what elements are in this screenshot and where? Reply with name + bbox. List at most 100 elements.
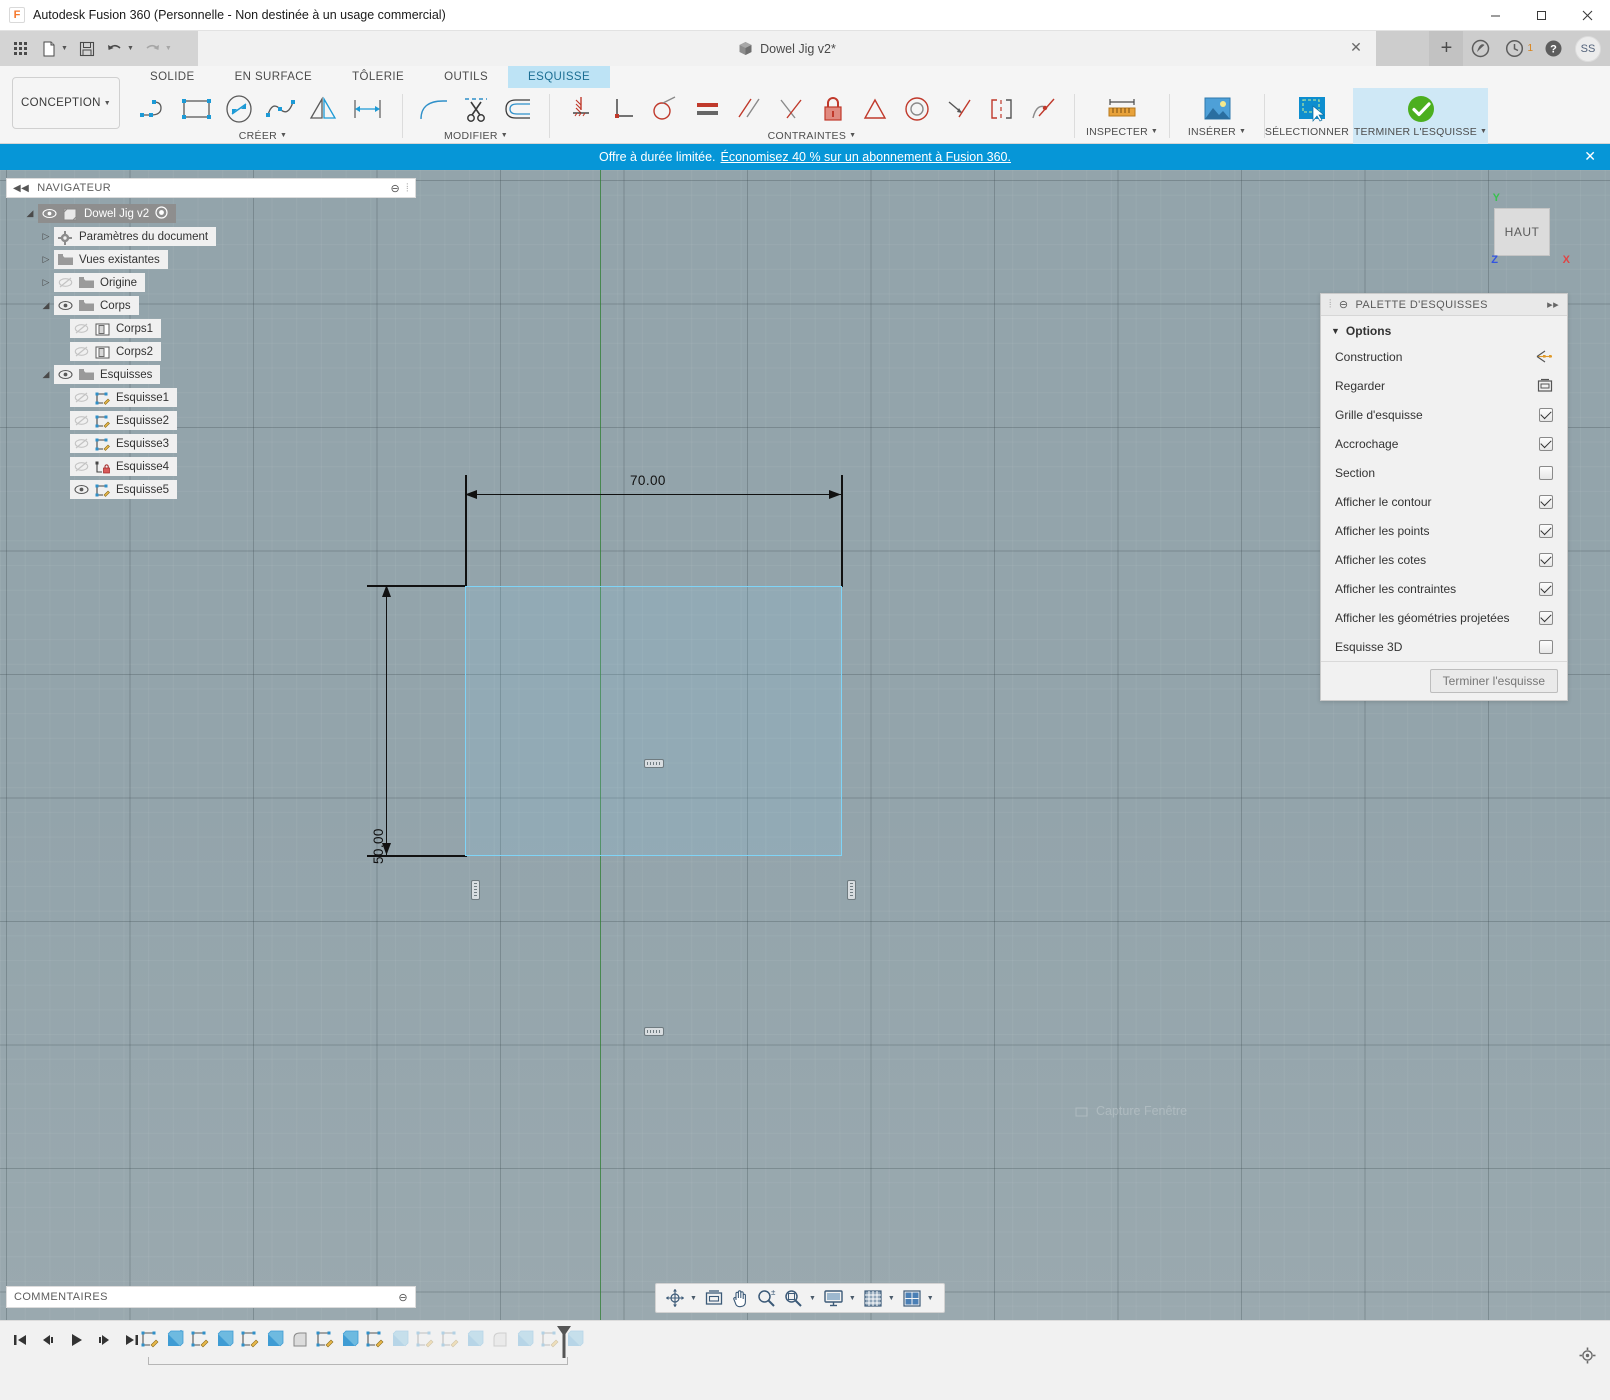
timeline-item-sketch[interactable] — [313, 1327, 336, 1353]
checkbox-accrochage[interactable] — [1539, 437, 1553, 451]
help-icon[interactable]: ? — [1536, 31, 1570, 66]
ribbon-tab-en-surface[interactable]: EN SURFACE — [215, 66, 333, 88]
option-afficher-les-cotes[interactable]: Afficher les cotes — [1321, 545, 1567, 574]
visibility-eye-off-icon[interactable] — [74, 414, 89, 427]
tool-fillet-icon[interactable] — [413, 89, 455, 129]
tool-offset-icon[interactable] — [497, 89, 539, 129]
workspace-switcher[interactable]: CONCEPTION ▼ — [12, 77, 120, 129]
play-icon[interactable] — [64, 1327, 88, 1353]
undo-caret-icon[interactable]: ▼ — [127, 45, 134, 52]
timeline-item-extrude-dim[interactable] — [463, 1327, 486, 1353]
timeline-item-sketch[interactable] — [363, 1327, 386, 1353]
constraint-glyph-right-vertical[interactable] — [847, 880, 856, 900]
display-settings-caret-icon[interactable]: ▼ — [849, 1295, 856, 1302]
viewport-layout-caret-icon[interactable]: ▼ — [927, 1295, 934, 1302]
tree-node-esquisses[interactable]: ◢ Esquisses — [6, 365, 416, 384]
activate-component-icon[interactable] — [155, 206, 168, 222]
pan-hand-icon[interactable] — [727, 1284, 753, 1312]
tree-node-esquisse5[interactable]: Esquisse5 — [6, 480, 416, 499]
tree-node-corps1[interactable]: Corps1 — [6, 319, 416, 338]
option-afficher-les-points[interactable]: Afficher les points — [1321, 516, 1567, 545]
button-inspecter[interactable]: INSPECTER▼ — [1081, 88, 1163, 144]
constraint-glyph-top-horizontal[interactable] — [644, 759, 664, 768]
visibility-eye-off-icon[interactable] — [74, 460, 89, 473]
checkbox-afficher-les-cotes[interactable] — [1539, 553, 1553, 567]
timeline-item-sketch[interactable] — [238, 1327, 261, 1353]
look-at-icon[interactable] — [701, 1284, 727, 1312]
job-status-clock-icon[interactable] — [1497, 31, 1531, 66]
comments-minimize-icon[interactable]: ⊖ — [398, 1291, 408, 1304]
minimize-button[interactable] — [1472, 0, 1518, 31]
visibility-eye-off-icon[interactable] — [74, 437, 89, 450]
palette-options-section-header[interactable]: ▼ Options — [1321, 316, 1567, 342]
tree-node-corps2[interactable]: Corps2 — [6, 342, 416, 361]
construction-icon[interactable] — [1536, 349, 1553, 364]
constraint-midpoint-icon[interactable] — [980, 89, 1022, 129]
expander-icon[interactable]: ◢ — [38, 369, 54, 380]
promo-banner-link[interactable]: Économisez 40 % sur un abonnement à Fusi… — [721, 150, 1011, 164]
dimension-width-label[interactable]: 70.00 — [630, 473, 666, 488]
constraint-coincident-icon[interactable] — [770, 89, 812, 129]
tool-trim-scissors-icon[interactable] — [455, 89, 497, 129]
constraint-symmetry-icon[interactable] — [854, 89, 896, 129]
ribbon-tab-outils[interactable]: OUTILS — [424, 66, 508, 88]
undo-icon[interactable] — [102, 36, 128, 62]
constraint-parallel-icon[interactable] — [728, 89, 770, 129]
timeline-end-marker[interactable] — [555, 1325, 573, 1362]
checkbox-grille-esquisse[interactable] — [1539, 408, 1553, 422]
new-tab-button[interactable]: + — [1429, 31, 1463, 66]
palette-minimize-icon[interactable]: ⊖ — [1339, 298, 1349, 311]
constraint-perpendicular-icon[interactable] — [602, 89, 644, 129]
timeline-item-extrude[interactable] — [213, 1327, 236, 1353]
browser-collapse-icon[interactable]: ◀◀ — [13, 183, 29, 194]
close-window-button[interactable] — [1564, 0, 1610, 31]
constraint-concentric-icon[interactable] — [896, 89, 938, 129]
checkbox-afficher-les-points[interactable] — [1539, 524, 1553, 538]
fit-caret-icon[interactable]: ▼ — [809, 1295, 816, 1302]
timeline-item-sketch-dim[interactable] — [438, 1327, 461, 1353]
look-at-icon[interactable] — [1537, 378, 1553, 393]
palette-grip-icon[interactable]: ⦙ — [1329, 298, 1332, 311]
option-construction[interactable]: Construction — [1321, 342, 1567, 371]
browser-minimize-icon[interactable]: ⊖ — [391, 182, 401, 195]
ribbon-tab-tolerie[interactable]: TÔLERIE — [332, 66, 424, 88]
constraint-lock-icon[interactable] — [812, 89, 854, 129]
tool-mirror-icon[interactable] — [302, 89, 344, 129]
visibility-eye-icon[interactable] — [42, 207, 57, 220]
constraint-collinear-icon[interactable] — [938, 89, 980, 129]
save-icon[interactable] — [74, 36, 100, 62]
option-accrochage[interactable]: Accrochage — [1321, 429, 1567, 458]
timeline-item-extrude[interactable] — [338, 1327, 361, 1353]
constraint-glyph-left-vertical[interactable] — [471, 880, 480, 900]
visibility-eye-off-icon[interactable] — [58, 276, 73, 289]
redo-caret-icon[interactable]: ▼ — [165, 45, 172, 52]
panel-contraintes-label[interactable]: CONTRAINTES▼ — [556, 130, 1068, 144]
checkbox-afficher-les-geometries-projetees[interactable] — [1539, 611, 1553, 625]
step-back-icon[interactable] — [36, 1327, 60, 1353]
panel-creer-label[interactable]: CRÉER▼ — [130, 130, 396, 144]
tree-node-esquisse2[interactable]: Esquisse2 — [6, 411, 416, 430]
tree-node-dowel-jig-v2[interactable]: ◢ Dowel Jig v2 — [6, 204, 416, 223]
visibility-eye-icon[interactable] — [74, 483, 89, 496]
palette-expand-icon[interactable]: ▸▸ — [1547, 298, 1559, 311]
visibility-eye-icon[interactable] — [58, 299, 73, 312]
constraint-curvature-icon[interactable] — [1022, 89, 1064, 129]
tool-line-icon[interactable] — [134, 89, 176, 129]
user-avatar[interactable]: SS — [1575, 36, 1601, 62]
visibility-eye-off-icon[interactable] — [74, 345, 89, 358]
timeline-item-sketch[interactable] — [138, 1327, 161, 1353]
tree-node-corps[interactable]: ◢ Corps — [6, 296, 416, 315]
option-esquisse-3d[interactable]: Esquisse 3D — [1321, 632, 1567, 661]
tree-node-parametres-du-document[interactable]: ▷ Paramètres du document — [6, 227, 416, 246]
app-grid-icon[interactable] — [8, 36, 34, 62]
timeline-item-extrude-dim[interactable] — [388, 1327, 411, 1353]
ribbon-tab-solide[interactable]: SOLIDE — [130, 66, 215, 88]
viewport-layout-icon[interactable] — [899, 1284, 925, 1312]
close-tab-icon[interactable]: ✕ — [1348, 40, 1364, 56]
timeline-item-sketch[interactable] — [188, 1327, 211, 1353]
orbit-caret-icon[interactable]: ▼ — [690, 1295, 697, 1302]
tool-circle-icon[interactable] — [218, 89, 260, 129]
checkbox-esquisse-3d[interactable] — [1539, 640, 1553, 654]
option-section[interactable]: Section — [1321, 458, 1567, 487]
grid-snaps-caret-icon[interactable]: ▼ — [888, 1295, 895, 1302]
